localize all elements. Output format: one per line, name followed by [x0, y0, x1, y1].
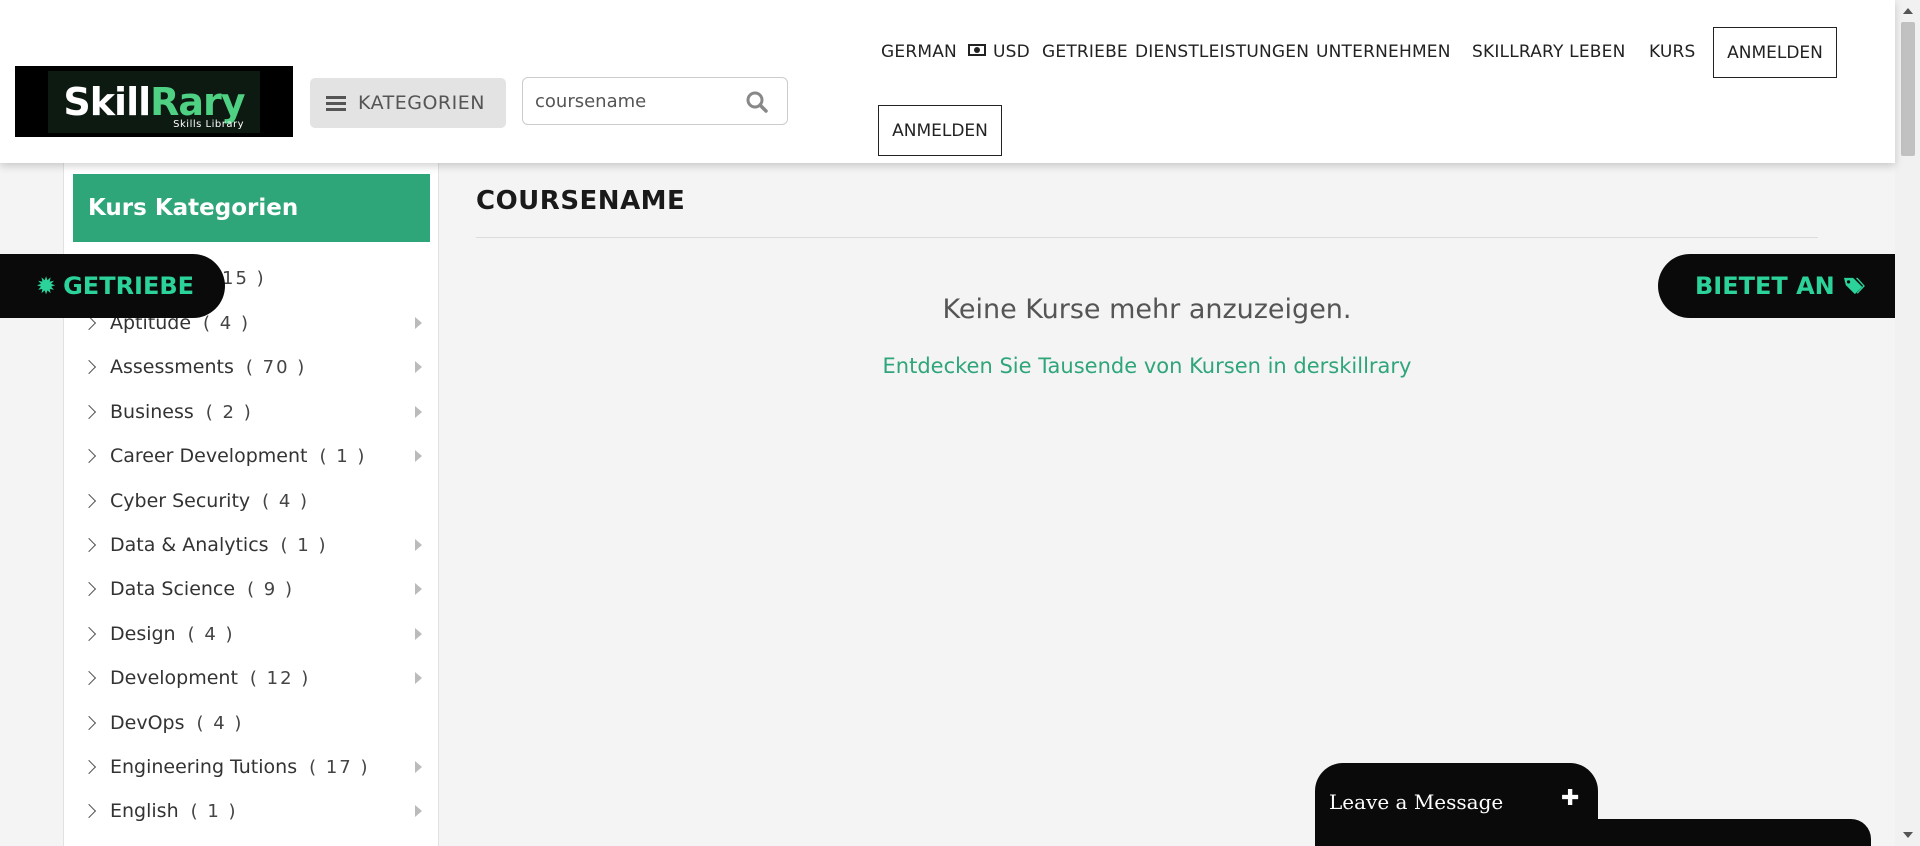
category-count: ( 4 ) — [196, 712, 244, 734]
nav-currency-label: USD — [993, 42, 1030, 62]
gear-floating-button[interactable]: ✹ GETRIEBE — [0, 254, 225, 318]
category-label: DevOps — [110, 712, 185, 734]
category-label: Development — [110, 667, 238, 689]
caret-right-icon[interactable] — [415, 317, 422, 329]
category-item[interactable]: Career Development ( 1 ) — [81, 441, 422, 471]
chevron-right-icon — [81, 759, 97, 775]
category-item[interactable]: Cyber Security ( 4 ) — [81, 486, 422, 516]
plus-icon[interactable]: ✚ — [1561, 786, 1579, 811]
logo-inner: SkillRary Skills Library — [48, 70, 260, 133]
category-item[interactable]: Data Science ( 9 ) — [81, 574, 422, 604]
categories-button[interactable]: KATEGORIEN — [310, 78, 506, 128]
nav-language[interactable]: GERMAN — [881, 42, 957, 62]
search-input[interactable] — [533, 90, 737, 113]
leave-message-label: Leave a Message — [1329, 790, 1504, 814]
caret-right-icon[interactable] — [415, 450, 422, 462]
page-scrollbar[interactable] — [1895, 0, 1920, 846]
nav-company[interactable]: UNTERNEHMEN — [1316, 42, 1451, 62]
category-count: ( 9 ) — [247, 578, 295, 600]
menu-icon — [326, 93, 346, 114]
logo-wordmark: SkillRary — [63, 79, 245, 124]
chevron-right-icon — [81, 581, 97, 597]
nav-course[interactable]: KURS — [1649, 42, 1696, 62]
gear-floating-label: GETRIEBE — [63, 272, 195, 300]
title-divider — [476, 237, 1818, 238]
chevron-right-icon — [81, 537, 97, 553]
scroll-up-arrow-icon[interactable] — [1903, 8, 1913, 14]
category-count: ( 4 ) — [262, 490, 310, 512]
chevron-right-icon — [81, 670, 97, 686]
money-icon — [968, 44, 986, 56]
category-count: ( 1 ) — [280, 534, 328, 556]
caret-right-icon[interactable] — [415, 672, 422, 684]
category-count: ( 12 ) — [249, 667, 311, 689]
chevron-right-icon — [81, 315, 97, 331]
logo-text-skill: Skill — [63, 79, 151, 124]
category-count: ( 4 ) — [203, 312, 250, 334]
category-item[interactable]: Design ( 4 ) — [81, 619, 422, 649]
tag-icon — [1843, 277, 1865, 295]
search-icon[interactable] — [745, 90, 769, 114]
empty-message: Keine Kurse mehr anzuzeigen. — [942, 294, 1352, 325]
page-title: COURSENAME — [476, 186, 686, 216]
category-label: Data Science — [110, 578, 236, 600]
category-label: Design — [110, 623, 176, 645]
login-button-secondary[interactable]: ANMELDEN — [878, 105, 1002, 156]
scroll-down-arrow-icon[interactable] — [1903, 832, 1913, 838]
caret-right-icon[interactable] — [415, 805, 422, 817]
discover-courses-link[interactable]: Entdecken Sie Tausende von Kursen in der… — [476, 354, 1818, 378]
category-count: ( 4 ) — [187, 623, 235, 645]
category-count: ( 1 ) — [190, 800, 238, 822]
caret-right-icon[interactable] — [415, 583, 422, 595]
category-item[interactable]: Data & Analytics ( 1 ) — [81, 530, 422, 560]
caret-right-icon[interactable] — [415, 406, 422, 418]
search-box — [522, 77, 788, 125]
category-label: Career Development — [110, 445, 308, 467]
scrollbar-thumb[interactable] — [1901, 22, 1915, 156]
category-label: Cyber Security — [110, 490, 251, 512]
logo-text-rary: Rary — [150, 79, 245, 124]
category-item[interactable]: Development ( 12 ) — [81, 663, 422, 693]
nav-services[interactable]: DIENSTLEISTUNGEN — [1135, 42, 1309, 62]
category-count: ( 70 ) — [245, 356, 307, 378]
category-label: Assessments — [110, 356, 234, 378]
offers-floating-label: BIETET AN — [1695, 272, 1835, 300]
category-item[interactable]: Engineering Tutions ( 17 ) — [81, 752, 422, 782]
sidebar-title: Kurs Kategorien — [73, 174, 430, 242]
nav-currency[interactable]: USD — [968, 42, 1030, 62]
chevron-right-icon — [81, 359, 97, 375]
category-count: ( 2 ) — [205, 401, 253, 423]
category-item[interactable]: English ( 1 ) — [81, 796, 422, 826]
caret-right-icon[interactable] — [415, 761, 422, 773]
partial-category-count: 15 ) — [222, 268, 266, 289]
categories-button-label: KATEGORIEN — [358, 92, 485, 114]
site-header: SkillRary Skills Library KATEGORIEN GERM… — [0, 0, 1895, 163]
chevron-right-icon — [81, 493, 97, 509]
caret-right-icon[interactable] — [415, 361, 422, 373]
offers-floating-button[interactable]: BIETET AN — [1658, 254, 1895, 318]
logo-subtitle: Skills Library — [173, 118, 244, 130]
nav-skillrary-live[interactable]: SKILLRARY LEBEN — [1472, 42, 1626, 62]
chat-widget-body — [1315, 819, 1871, 846]
login-button[interactable]: ANMELDEN — [1713, 27, 1837, 78]
category-count: ( 1 ) — [319, 445, 367, 467]
category-item[interactable]: Business ( 2 ) — [81, 397, 422, 427]
category-label: English — [110, 800, 179, 822]
caret-right-icon[interactable] — [415, 539, 422, 551]
chevron-right-icon — [81, 715, 97, 731]
gear-icon: ✹ — [36, 272, 57, 300]
category-label: Business — [110, 401, 194, 423]
category-label: Data & Analytics — [110, 534, 269, 556]
category-item[interactable]: DevOps ( 4 ) — [81, 708, 422, 738]
chevron-right-icon — [81, 448, 97, 464]
chevron-right-icon — [81, 803, 97, 819]
category-count: ( 17 ) — [309, 756, 370, 778]
caret-right-icon[interactable] — [415, 628, 422, 640]
chevron-right-icon — [81, 404, 97, 420]
skillrary-logo[interactable]: SkillRary Skills Library — [15, 66, 293, 137]
nav-gear[interactable]: GETRIEBE — [1042, 42, 1128, 62]
category-label: Engineering Tutions — [110, 756, 298, 778]
category-item[interactable]: Assessments ( 70 ) — [81, 352, 422, 382]
chevron-right-icon — [81, 626, 97, 642]
